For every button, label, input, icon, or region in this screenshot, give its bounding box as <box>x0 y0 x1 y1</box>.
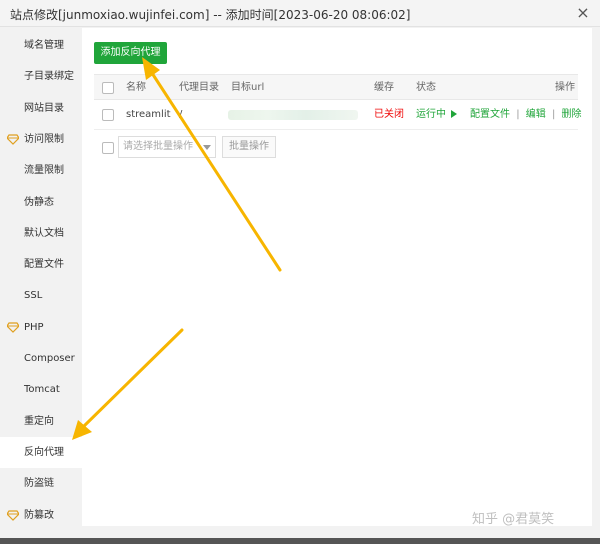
batch-operation-button[interactable]: 批量操作 <box>222 136 276 158</box>
row-checkbox[interactable] <box>102 109 114 121</box>
sidebar-item[interactable]: 访问限制 <box>0 124 82 155</box>
header-target-url: 目标url <box>231 82 265 93</box>
sidebar-item[interactable]: 重定向 <box>0 406 82 437</box>
sidebar-item[interactable]: 伪静态 <box>0 187 82 218</box>
sidebar-item-label: 防篡改 <box>24 509 54 521</box>
premium-gem-icon <box>7 322 19 333</box>
watermark: 知乎 @君莫笑 <box>472 512 555 527</box>
sidebar-item[interactable]: 配置文件 <box>0 249 82 280</box>
sidebar-item-label: 默认文档 <box>24 227 64 239</box>
sidebar-item[interactable]: 防篡改 <box>0 500 82 531</box>
header-name: 名称 <box>126 82 146 93</box>
sidebar-item[interactable]: PHP <box>0 312 82 343</box>
row-proxy-dir: / <box>179 109 183 120</box>
close-icon[interactable]: × <box>574 4 592 22</box>
row-name: streamlit <box>126 109 171 120</box>
sidebar-item[interactable]: 域名管理 <box>0 30 82 61</box>
sidebar-item-label: 伪静态 <box>24 196 54 208</box>
config-file-link[interactable]: 配置文件 <box>470 109 510 120</box>
row-cache-status: 已关闭 <box>374 109 404 120</box>
sidebar-item[interactable]: 网站目录 <box>0 93 82 124</box>
sidebar-item[interactable]: Tomcat <box>0 374 82 405</box>
window-title: 站点修改[junmoxiao.wujinfei.com] -- 添加时间[202… <box>10 8 411 22</box>
header-cache: 缓存 <box>374 82 394 93</box>
chevron-down-icon <box>203 145 211 150</box>
sidebar-item-label: 反向代理 <box>24 446 64 458</box>
sidebar-item-label: 配置文件 <box>24 259 64 271</box>
action-separator: | <box>551 109 556 120</box>
batch-select-all-checkbox[interactable] <box>102 142 114 154</box>
sidebar-item-label: 访问限制 <box>24 133 64 145</box>
target-url-redacted <box>228 110 358 120</box>
window-titlebar: 站点修改[junmoxiao.wujinfei.com] -- 添加时间[202… <box>0 0 600 27</box>
sidebar-item[interactable]: 防盗链 <box>0 468 82 499</box>
main-panel: 添加反向代理 名称 代理目录 目标url 缓存 状态 操作 streamlit … <box>82 28 592 526</box>
play-icon <box>451 110 458 118</box>
sidebar-item[interactable]: Composer <box>0 343 82 374</box>
proxy-table: 名称 代理目录 目标url 缓存 状态 操作 streamlit / 已关闭 运… <box>94 74 582 130</box>
sidebar-item[interactable]: 反向代理 <box>0 436 82 468</box>
premium-gem-icon <box>7 509 19 521</box>
header-actions: 操作 <box>555 82 575 93</box>
sidebar-item-label: PHP <box>24 321 44 333</box>
batch-select-placeholder: 请选择批量操作 <box>123 141 193 152</box>
edit-link[interactable]: 编辑 <box>526 109 546 120</box>
table-header: 名称 代理目录 目标url 缓存 状态 操作 <box>94 74 578 100</box>
sidebar-item-label: SSL <box>24 290 43 302</box>
sidebar-item-label: 重定向 <box>24 415 54 427</box>
batch-bar: 请选择批量操作 批量操作 <box>94 136 394 160</box>
select-all-checkbox[interactable] <box>102 82 114 94</box>
sidebar-item-label: 网站目录 <box>24 102 64 114</box>
row-status-label: 运行中 <box>416 109 446 120</box>
premium-gem-icon <box>7 134 19 145</box>
sidebar-item[interactable]: 流量限制 <box>0 155 82 186</box>
sidebar-item[interactable]: 默认文档 <box>0 218 82 249</box>
sidebar-item[interactable]: 子目录绑定 <box>0 61 82 92</box>
sidebar-item-label: Tomcat <box>24 384 60 396</box>
row-status[interactable]: 运行中 <box>416 100 458 130</box>
add-reverse-proxy-button[interactable]: 添加反向代理 <box>94 42 167 64</box>
table-row: streamlit / 已关闭 运行中 配置文件 | 编辑 | 删除 <box>94 100 582 130</box>
bottom-bar <box>0 538 600 544</box>
sidebar-item-label: 域名管理 <box>24 40 64 51</box>
header-status: 状态 <box>416 82 436 93</box>
row-actions: 配置文件 | 编辑 | 删除 <box>470 100 582 130</box>
sidebar-item[interactable]: SSL <box>0 280 82 311</box>
delete-link[interactable]: 删除 <box>562 109 582 120</box>
header-proxy-dir: 代理目录 <box>179 82 219 93</box>
action-separator: | <box>516 109 520 120</box>
sidebar-item-label: 防盗链 <box>24 478 54 490</box>
sidebar-item-label: 子目录绑定 <box>24 71 74 83</box>
sidebar-item-label: Composer <box>24 353 75 364</box>
sidebar: 域名管理子目录绑定网站目录访问限制流量限制伪静态默认文档配置文件 SSL PHP Co… <box>0 28 82 538</box>
sidebar-item-label: 流量限制 <box>24 165 64 177</box>
batch-operation-select[interactable]: 请选择批量操作 <box>118 136 216 158</box>
